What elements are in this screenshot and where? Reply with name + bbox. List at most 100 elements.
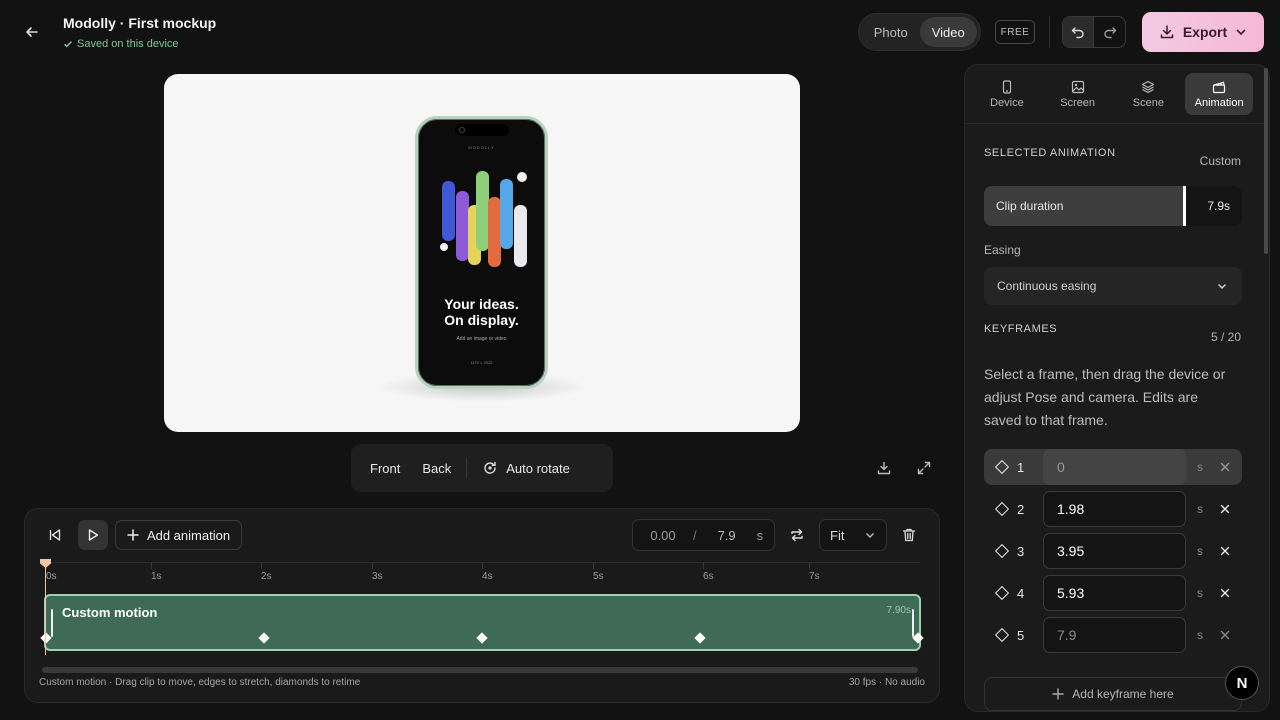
keyframe-diamond[interactable] bbox=[40, 632, 52, 644]
plan-badge: FREE bbox=[995, 20, 1035, 44]
skip-back-icon bbox=[49, 529, 61, 541]
keyframe-number: 3 bbox=[1017, 543, 1025, 559]
selected-animation-heading: SELECTED ANIMATION bbox=[984, 147, 1116, 159]
device-icon bbox=[1002, 79, 1011, 94]
keyframe-number: 2 bbox=[1017, 501, 1025, 517]
preview-canvas[interactable]: MODOLLY Your ideas. On display. Add an i… bbox=[164, 74, 800, 432]
add-keyframe-label: Add keyframe here bbox=[1072, 687, 1174, 701]
export-label: Export bbox=[1182, 24, 1228, 40]
keyframe-time-input[interactable] bbox=[1043, 491, 1186, 527]
phone-mockup[interactable]: MODOLLY Your ideas. On display. Add an i… bbox=[415, 116, 548, 389]
back-view-button[interactable]: Back bbox=[411, 452, 462, 484]
tab-device[interactable]: Device bbox=[973, 73, 1041, 115]
tab-scene[interactable]: Scene bbox=[1115, 73, 1183, 115]
tick-label: 3s bbox=[372, 563, 383, 582]
skip-start-button[interactable] bbox=[40, 520, 70, 550]
keyframe-row[interactable]: 2 s bbox=[984, 491, 1242, 527]
clip-end-handle[interactable] bbox=[912, 609, 914, 637]
screen-subtext: Add an image or video bbox=[456, 336, 507, 342]
screen-headline-line-1: Your ideas. bbox=[444, 296, 519, 312]
save-status-text: Saved on this device bbox=[77, 38, 179, 50]
redo-icon bbox=[1103, 27, 1116, 39]
zoom-select[interactable]: Fit bbox=[819, 519, 887, 551]
download-frame-button[interactable] bbox=[872, 456, 896, 480]
keyframe-diamond[interactable] bbox=[694, 632, 706, 644]
keyframe-diamond[interactable] bbox=[476, 632, 488, 644]
keyframes-help: Select a frame, then drag the device or … bbox=[984, 366, 1226, 428]
keyframe-diamond[interactable] bbox=[912, 632, 924, 644]
tab-photo[interactable]: Photo bbox=[862, 17, 920, 47]
tick-label: 6s bbox=[703, 563, 714, 582]
keyframe-time-input[interactable] bbox=[1043, 575, 1186, 611]
zoom-select-value: Fit bbox=[830, 527, 845, 543]
close-icon bbox=[1220, 630, 1230, 640]
keyframe-diamond[interactable] bbox=[258, 632, 270, 644]
chevron-down-icon bbox=[1236, 29, 1246, 36]
keyframe-row[interactable]: 1 s bbox=[984, 449, 1242, 485]
screen-dimensions: 1170 × 2532 bbox=[470, 360, 493, 365]
redo-button[interactable] bbox=[1094, 17, 1125, 47]
keyframes-count: 5 / 20 bbox=[1210, 330, 1241, 344]
keyframe-time-input[interactable] bbox=[1043, 449, 1186, 485]
panel-scrollbar[interactable] bbox=[1264, 68, 1268, 254]
playhead[interactable] bbox=[45, 559, 46, 655]
tab-animation[interactable]: Animation bbox=[1185, 73, 1253, 115]
history-controls bbox=[1062, 16, 1126, 48]
clip-duration-slider[interactable]: Clip duration 7.9s bbox=[984, 186, 1242, 226]
assistant-badge[interactable]: N bbox=[1225, 666, 1259, 700]
screen-brand: MODOLLY bbox=[468, 145, 495, 150]
delete-keyframe-button[interactable] bbox=[1214, 456, 1236, 478]
keyframe-row[interactable]: 4 s bbox=[984, 575, 1242, 611]
export-button[interactable]: Export bbox=[1142, 12, 1264, 52]
add-keyframe-button[interactable]: Add keyframe here bbox=[984, 677, 1242, 711]
delete-keyframe-button[interactable] bbox=[1214, 540, 1236, 562]
fullscreen-button[interactable] bbox=[912, 456, 936, 480]
clip-duration-label: Clip duration bbox=[996, 199, 1064, 213]
slider-thumb[interactable] bbox=[1183, 186, 1186, 226]
dynamic-island bbox=[455, 124, 509, 136]
undo-button[interactable] bbox=[1063, 17, 1095, 47]
timeline-scrollbar[interactable] bbox=[42, 667, 918, 673]
animation-clip[interactable]: Custom motion 7.90s bbox=[40, 594, 924, 651]
easing-select-value: Continuous easing bbox=[997, 279, 1097, 293]
camera-icon bbox=[459, 127, 465, 133]
keyframe-row[interactable]: 3 s bbox=[984, 533, 1242, 569]
download-icon bbox=[1160, 25, 1174, 39]
playhead-handle[interactable] bbox=[40, 559, 51, 568]
back-button[interactable] bbox=[18, 18, 46, 46]
delete-keyframe-button[interactable] bbox=[1214, 624, 1236, 646]
inspector-panel: Device Screen Scene Animation SELECTED A… bbox=[964, 64, 1270, 712]
play-button[interactable] bbox=[78, 520, 108, 550]
screen-headline-line-2: On display. bbox=[444, 312, 519, 328]
tick-label: 5s bbox=[593, 563, 604, 582]
expand-icon bbox=[917, 461, 931, 475]
screen-headline: Your ideas. On display. bbox=[418, 296, 545, 328]
add-animation-button[interactable]: Add animation bbox=[115, 520, 242, 550]
keyframe-unit: s bbox=[1197, 502, 1203, 516]
keyframe-time-input[interactable] bbox=[1043, 617, 1186, 653]
close-icon bbox=[1220, 504, 1230, 514]
current-time-input[interactable] bbox=[633, 527, 693, 543]
delete-keyframe-button[interactable] bbox=[1214, 498, 1236, 520]
keyframe-number: 5 bbox=[1017, 627, 1025, 643]
clip-duration: 7.90s bbox=[886, 605, 911, 616]
auto-rotate-button[interactable]: Auto rotate bbox=[471, 452, 581, 484]
tab-video[interactable]: Video bbox=[919, 17, 977, 47]
keyframe-unit: s bbox=[1197, 460, 1203, 474]
play-icon bbox=[88, 529, 99, 541]
delete-animation-button[interactable] bbox=[894, 520, 924, 550]
keyframe-icon bbox=[994, 459, 1010, 475]
clip-start-handle[interactable] bbox=[51, 609, 53, 637]
loop-icon bbox=[791, 528, 803, 542]
loop-button[interactable] bbox=[782, 520, 812, 550]
total-time-input[interactable] bbox=[696, 527, 757, 543]
easing-select[interactable]: Continuous easing bbox=[984, 267, 1242, 305]
tab-screen[interactable]: Screen bbox=[1044, 73, 1112, 115]
front-view-button[interactable]: Front bbox=[359, 452, 411, 484]
delete-keyframe-button[interactable] bbox=[1214, 582, 1236, 604]
keyframe-row[interactable]: 5 s bbox=[984, 617, 1242, 653]
plus-icon bbox=[1052, 688, 1064, 700]
keyframe-number: 4 bbox=[1017, 585, 1025, 601]
image-icon bbox=[1071, 80, 1084, 93]
keyframe-time-input[interactable] bbox=[1043, 533, 1186, 569]
